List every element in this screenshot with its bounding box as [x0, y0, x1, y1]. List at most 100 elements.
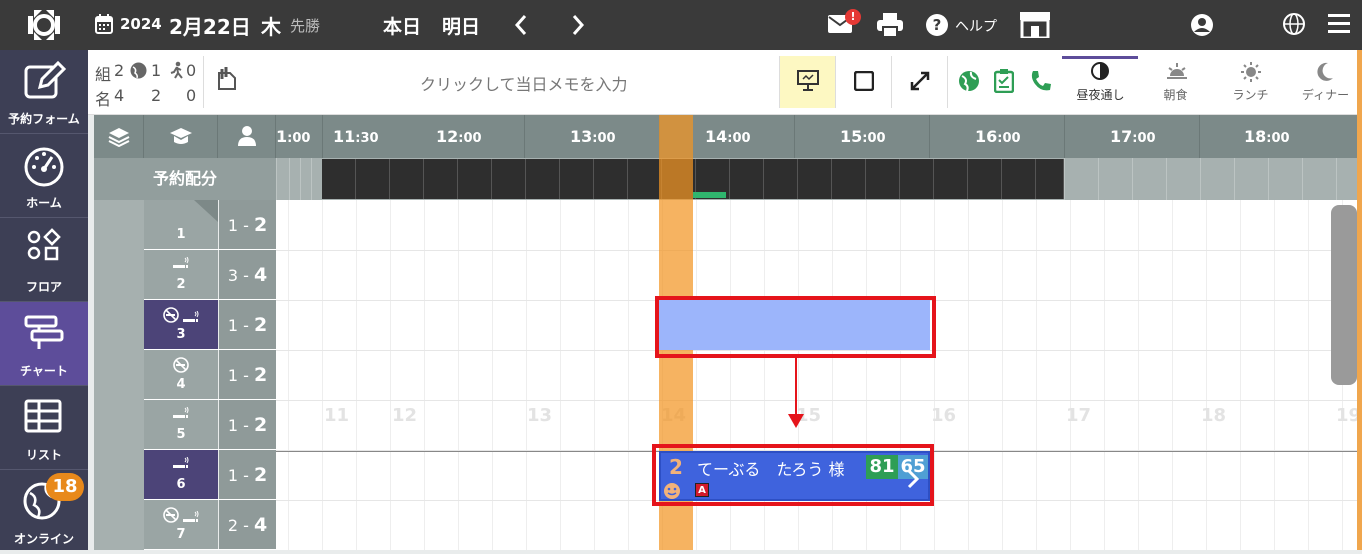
allocation-label: 予約配分	[94, 158, 276, 200]
allocation-cell[interactable]	[866, 159, 900, 199]
presentation-mode-button[interactable]	[779, 56, 835, 108]
sidebar-item-label: フロア	[25, 280, 62, 294]
table-capacity: 1 - 2	[219, 200, 276, 249]
allocation-cell[interactable]	[832, 159, 866, 199]
print-icon[interactable]	[877, 13, 903, 37]
allocation-cell[interactable]	[458, 159, 492, 199]
allocation-cell[interactable]	[900, 159, 934, 199]
corner-fold-icon	[194, 200, 218, 222]
allocation-cell[interactable]	[730, 159, 764, 199]
table-row[interactable]: 2 3 - 4	[144, 250, 276, 300]
expand-button[interactable]	[891, 56, 947, 108]
allocation-cell[interactable]	[594, 159, 628, 199]
allocation-cell[interactable]	[798, 159, 832, 199]
time-tick: 14:00	[705, 127, 751, 146]
table-number-cell[interactable]: 3	[144, 300, 218, 349]
date-month-day[interactable]: 2月22日	[169, 11, 251, 40]
allocation-cell[interactable]	[492, 159, 526, 199]
table-number-cell[interactable]: 5	[144, 400, 218, 449]
allocation-cell[interactable]	[1002, 159, 1036, 199]
gauge-icon	[24, 147, 64, 187]
allocation-cell[interactable]	[322, 159, 356, 199]
tab-lunch[interactable]: ランチ	[1213, 58, 1288, 108]
table-number: 6	[176, 477, 186, 492]
layers-icon	[108, 128, 130, 147]
table-number-cell[interactable]: 6	[144, 450, 218, 499]
tab-all-day[interactable]: 昼夜通し	[1063, 58, 1138, 108]
store-icon[interactable]	[1020, 12, 1050, 38]
time-tick: 16:00	[975, 127, 1021, 146]
menu-hamburger-icon[interactable]	[1328, 14, 1350, 34]
shapes-icon	[27, 228, 61, 261]
web-people-count: 2	[151, 86, 162, 105]
sidebar-item-floor[interactable]: フロア	[0, 218, 88, 302]
walk-in-people-count: 0	[186, 86, 197, 105]
sidebar-item-list[interactable]: リスト	[0, 386, 88, 470]
tab-label: ランチ	[1232, 88, 1269, 102]
hat-button[interactable]	[144, 115, 218, 158]
date-day-of-week: 木	[261, 15, 281, 39]
smoking-icon	[183, 511, 199, 522]
table-number-cell[interactable]: 1	[144, 200, 218, 249]
allocation-cell[interactable]	[1036, 159, 1064, 199]
table-row[interactable]: 5 1 - 2	[144, 400, 276, 450]
vertical-scrollbar[interactable]	[1331, 205, 1357, 385]
logo-icon[interactable]	[26, 8, 62, 42]
walk-in-icon	[169, 61, 185, 79]
walk-in-group-count: 0	[186, 61, 197, 80]
allocation-cell[interactable]	[934, 159, 968, 199]
tab-dinner[interactable]: ディナー	[1288, 58, 1362, 108]
sidebar-item-reservation-form[interactable]: 予約フォーム	[0, 50, 88, 134]
allocation-cell[interactable]	[424, 159, 458, 199]
time-tick: 12:00	[436, 127, 482, 146]
memo-pencil-icon[interactable]	[216, 67, 238, 91]
day-memo-input[interactable]: クリックして当日メモを入力	[420, 71, 628, 95]
layers-button[interactable]	[94, 115, 144, 158]
sidebar-item-chart[interactable]: チャート	[0, 302, 88, 386]
hour-marker: 13	[527, 405, 553, 426]
allocation-cell[interactable]	[560, 159, 594, 199]
allocation-cell[interactable]	[968, 159, 1002, 199]
calendar-icon[interactable]	[95, 14, 113, 34]
prev-day-chevron-icon[interactable]	[513, 14, 529, 36]
table-number: 3	[176, 327, 186, 342]
allocation-cell[interactable]	[764, 159, 798, 199]
today-button[interactable]: 本日	[383, 12, 421, 39]
hour-marker: 11	[324, 405, 350, 426]
allocation-cell[interactable]	[356, 159, 390, 199]
sidebar-item-label: オンライン	[13, 532, 74, 546]
user-account-icon[interactable]	[1191, 14, 1213, 36]
table-number: 4	[176, 377, 186, 392]
date-year[interactable]: 2024	[120, 15, 162, 33]
user-button[interactable]	[218, 115, 276, 158]
table-row[interactable]: 4 1 - 2	[144, 350, 276, 400]
table-row[interactable]: 6 1 - 2	[144, 450, 276, 500]
table-number-cell[interactable]: 4	[144, 350, 218, 399]
sidebar-item-home[interactable]: ホーム	[0, 134, 88, 218]
table-number: 1	[176, 227, 186, 242]
language-globe-icon[interactable]	[1283, 13, 1305, 35]
group-count: 2	[114, 61, 125, 80]
allocation-cell[interactable]	[526, 159, 560, 199]
table-row[interactable]: 7 2 - 4	[144, 500, 276, 550]
table-number-cell[interactable]: 2	[144, 250, 218, 299]
table-number-cell[interactable]: 7	[144, 500, 218, 549]
phone-icon[interactable]	[1029, 70, 1051, 92]
next-day-chevron-icon[interactable]	[570, 14, 586, 36]
web-globe-icon	[130, 62, 147, 79]
allocation-cell[interactable]	[390, 159, 424, 199]
allocation-cell[interactable]	[628, 159, 662, 199]
web-filter-globe-icon[interactable]	[958, 70, 980, 92]
chart-icon	[24, 315, 64, 349]
time-tick: 17:00	[1110, 127, 1156, 146]
clipboard-check-icon[interactable]	[994, 69, 1014, 93]
sun-icon	[1241, 62, 1261, 82]
people-count: 4	[114, 86, 125, 105]
tab-breakfast[interactable]: 朝食	[1138, 58, 1213, 108]
help-label[interactable]: ヘルプ	[955, 16, 997, 36]
table-row[interactable]: 1 1 - 2	[144, 200, 276, 250]
tomorrow-button[interactable]: 明日	[442, 12, 480, 39]
help-icon[interactable]: ?	[926, 14, 948, 36]
square-toggle-button[interactable]	[835, 56, 891, 108]
table-row[interactable]: 3 1 - 2	[144, 300, 276, 350]
